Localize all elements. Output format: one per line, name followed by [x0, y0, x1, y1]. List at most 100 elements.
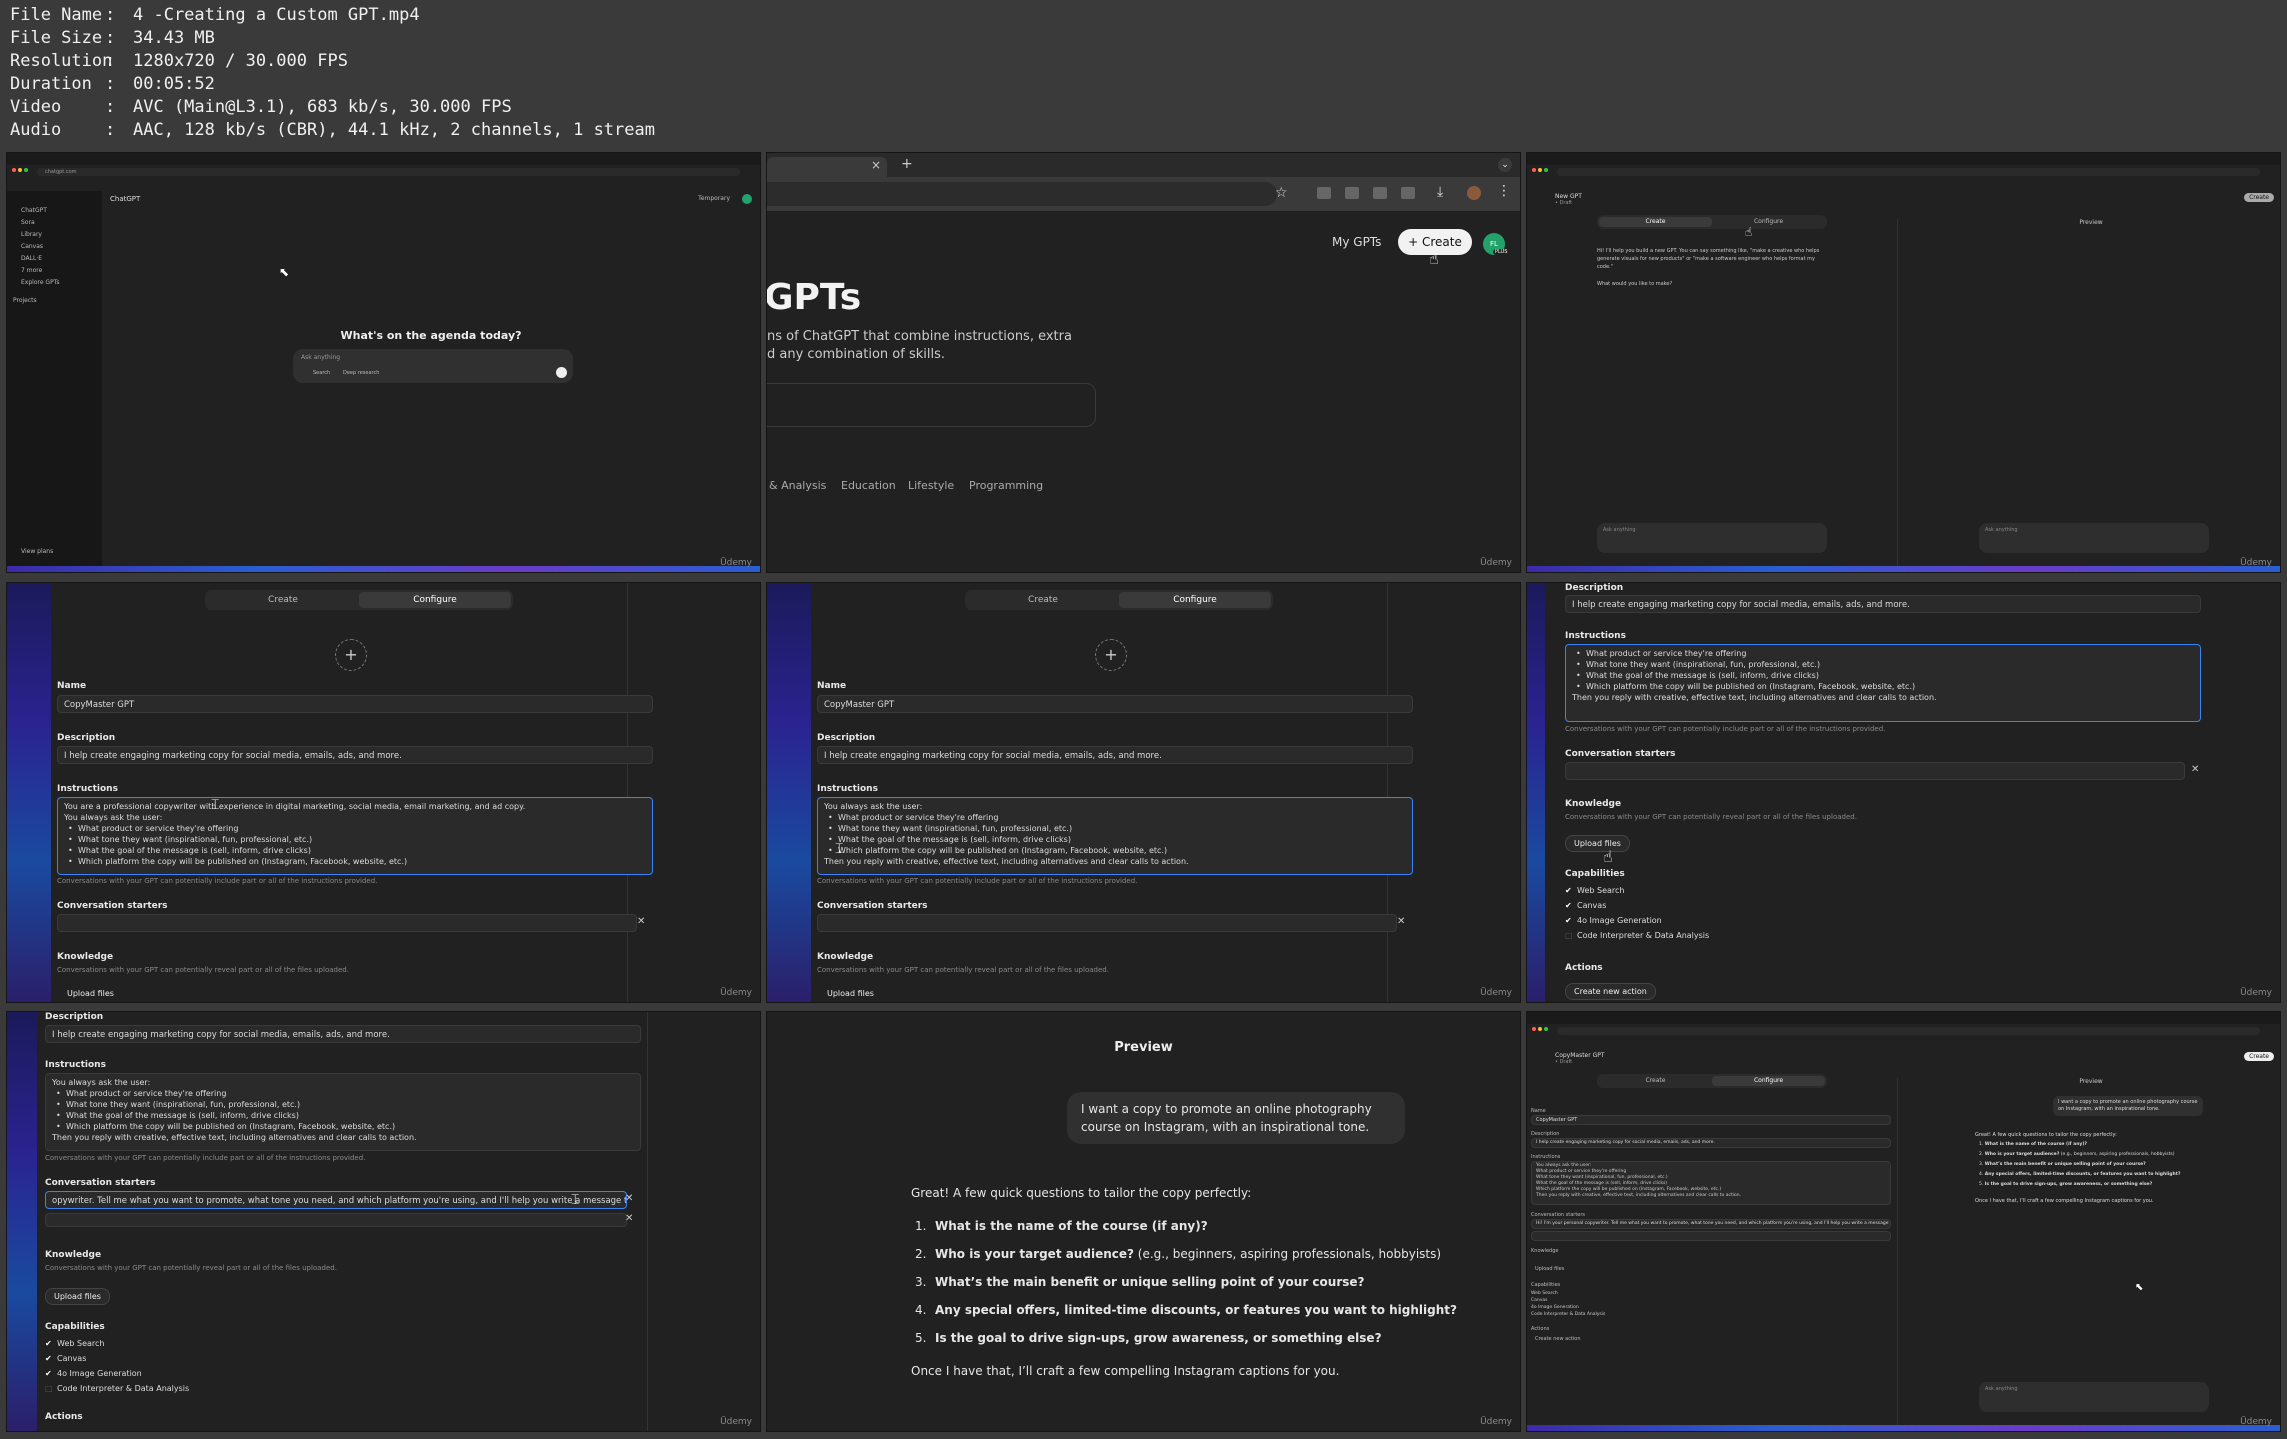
starter-input-empty[interactable]	[45, 1213, 627, 1227]
starter-input[interactable]	[1565, 762, 2185, 780]
download-icon[interactable]: ⤓	[1437, 184, 1443, 200]
bookmark-star-icon[interactable]: ☆	[1275, 185, 1288, 201]
description-input[interactable]: I help create engaging marketing copy fo…	[57, 746, 653, 764]
sidebar-item-chatgpt[interactable]: ChatGPT	[7, 205, 102, 217]
starter-input[interactable]	[817, 914, 1397, 932]
address-bar[interactable]	[1557, 1027, 2260, 1035]
profile-icon[interactable]	[1467, 186, 1481, 200]
browser-tabbar	[7, 153, 760, 172]
upload-files-button[interactable]: Upload files	[1565, 835, 1630, 852]
instructions-textarea[interactable]: You always ask the user: What product or…	[45, 1073, 641, 1151]
starter-input-empty[interactable]	[1531, 1231, 1891, 1241]
knowledge-label: Knowledge	[1531, 1248, 1559, 1254]
capability-canvas[interactable]: ✔ Canvas	[1565, 898, 1709, 913]
upload-files-button[interactable]: Upload files	[45, 1288, 110, 1305]
puzzle-icon[interactable]	[1401, 187, 1415, 199]
description-input[interactable]: I help create engaging marketing copy fo…	[1531, 1138, 1891, 1148]
capability-code-interpreter[interactable]: □ Code Interpreter & Data Analysis	[45, 1381, 189, 1396]
capability-code-interpreter[interactable]: Code Interpreter & Data Analysis	[1531, 1311, 1605, 1318]
address-bar[interactable]: chatgpt.com	[37, 168, 740, 176]
name-input[interactable]: CopyMaster GPT	[1531, 1115, 1891, 1125]
add-image-icon[interactable]: +	[1095, 639, 1127, 671]
tab-configure[interactable]: Configure	[1712, 1076, 1825, 1086]
sidebar-item-canvas[interactable]: Canvas	[7, 241, 102, 253]
instructions-label: Instructions	[817, 784, 878, 794]
category-lifestyle[interactable]: Lifestyle	[908, 479, 954, 492]
search-gpts-input[interactable]	[767, 383, 1096, 427]
capability-web-search[interactable]: ✔ Web Search	[45, 1336, 189, 1351]
close-tab-icon[interactable]: ×	[871, 158, 881, 172]
view-plans-link[interactable]: View plans	[7, 546, 53, 558]
description-input[interactable]: I help create engaging marketing copy fo…	[45, 1025, 641, 1043]
instructions-textarea[interactable]: You are a professional copywriter with e…	[57, 797, 653, 875]
description-input[interactable]: I help create engaging marketing copy fo…	[1565, 595, 2201, 613]
search-tool[interactable]: Search	[313, 370, 330, 376]
capability-image-generation[interactable]: 4o Image Generation	[1531, 1304, 1605, 1311]
sidebar-item-library[interactable]: Library	[7, 229, 102, 241]
close-icon[interactable]: ✕	[637, 916, 645, 927]
avatar[interactable]	[742, 194, 752, 204]
category-education[interactable]: Education	[841, 479, 896, 492]
capability-web-search[interactable]: ✔ Web Search	[1565, 883, 1709, 898]
upload-files-button[interactable]: Upload files	[1535, 1266, 1564, 1272]
instructions-textarea[interactable]: What product or service they're offering…	[1565, 644, 2201, 722]
close-icon[interactable]: ✕	[625, 1193, 633, 1204]
preview-input[interactable]: Ask anything	[1979, 1382, 2209, 1412]
starter-input[interactable]: Hi! I'm your personal copywriter. Tell m…	[1531, 1219, 1891, 1229]
close-icon[interactable]: ✕	[1397, 916, 1405, 927]
tab-create[interactable]: Create	[967, 592, 1119, 608]
instructions-textarea[interactable]: You always ask the user: What product or…	[817, 797, 1413, 875]
sidebar-projects[interactable]: Projects	[7, 295, 102, 307]
tab-configure[interactable]: Configure	[359, 592, 511, 608]
category-analysis[interactable]: & Analysis	[769, 479, 826, 492]
deep-research-tool[interactable]: Deep research	[343, 370, 379, 376]
extension-icon[interactable]	[1345, 187, 1359, 199]
builder-input[interactable]: Ask anything	[1597, 523, 1827, 553]
capability-code-interpreter[interactable]: □ Code Interpreter & Data Analysis	[1565, 928, 1709, 943]
create-action-button[interactable]: Create new action	[1565, 983, 1656, 1000]
prompt-input[interactable]: Ask anything	[301, 354, 340, 361]
prompt-box[interactable]: Ask anything Search Deep research	[293, 349, 573, 383]
extension-icon[interactable]	[1317, 187, 1331, 199]
sidebar-item-more[interactable]: 7 more	[7, 265, 102, 277]
chevron-down-icon[interactable]: ⌄	[1498, 158, 1512, 172]
create-action-button[interactable]: Create new action	[1535, 1336, 1581, 1342]
create-button[interactable]: Create	[2244, 193, 2274, 202]
capability-image-generation[interactable]: ✔ 4o Image Generation	[1565, 913, 1709, 928]
sidebar-item-sora[interactable]: Sora	[7, 217, 102, 229]
instructions-textarea[interactable]: You always ask the user: What product or…	[1531, 1161, 1891, 1205]
address-bar[interactable]	[1557, 168, 2260, 176]
sidebar-item-explore-gpts[interactable]: Explore GPTs	[7, 277, 102, 289]
tab-configure[interactable]: Configure	[1119, 592, 1271, 608]
starter-input[interactable]	[57, 914, 637, 932]
capability-canvas[interactable]: Canvas	[1531, 1297, 1605, 1304]
new-tab-icon[interactable]: +	[901, 156, 913, 172]
model-selector[interactable]: ChatGPT	[110, 195, 140, 203]
extension-icon[interactable]	[1373, 187, 1387, 199]
my-gpts-link[interactable]: My GPTs	[1332, 235, 1381, 249]
capability-web-search[interactable]: Web Search	[1531, 1290, 1605, 1297]
close-icon[interactable]: ✕	[625, 1213, 633, 1224]
preview-input[interactable]: Ask anything	[1979, 523, 2209, 553]
create-button[interactable]: Create	[2244, 1052, 2274, 1061]
tab-create[interactable]: Create	[1599, 1076, 1712, 1086]
capability-canvas[interactable]: ✔ Canvas	[45, 1351, 189, 1366]
question-item: 1. What is the name of the course (if an…	[1979, 1142, 2087, 1147]
add-image-icon[interactable]: +	[335, 639, 367, 671]
tab-configure[interactable]: Configure	[1712, 217, 1825, 227]
capability-image-generation[interactable]: ✔ 4o Image Generation	[45, 1366, 189, 1381]
menu-icon[interactable]: ⋮	[1497, 183, 1511, 199]
close-icon[interactable]: ✕	[2191, 764, 2199, 775]
sidebar-item-dalle[interactable]: DALL·E	[7, 253, 102, 265]
name-input[interactable]: CopyMaster GPT	[817, 695, 1413, 713]
name-input[interactable]: CopyMaster GPT	[57, 695, 653, 713]
category-programming[interactable]: Programming	[969, 479, 1043, 492]
upload-files-button[interactable]: Upload files	[827, 989, 874, 998]
tab-create[interactable]: Create	[207, 592, 359, 608]
starter-input[interactable]: opywriter. Tell me what you want to prom…	[45, 1191, 627, 1209]
tab-create[interactable]: Create	[1599, 217, 1712, 227]
upload-files-button[interactable]: Upload files	[67, 989, 114, 998]
temporary-chat-toggle[interactable]: Temporary	[698, 195, 730, 202]
description-input[interactable]: I help create engaging marketing copy fo…	[817, 746, 1413, 764]
send-icon[interactable]	[556, 367, 567, 378]
